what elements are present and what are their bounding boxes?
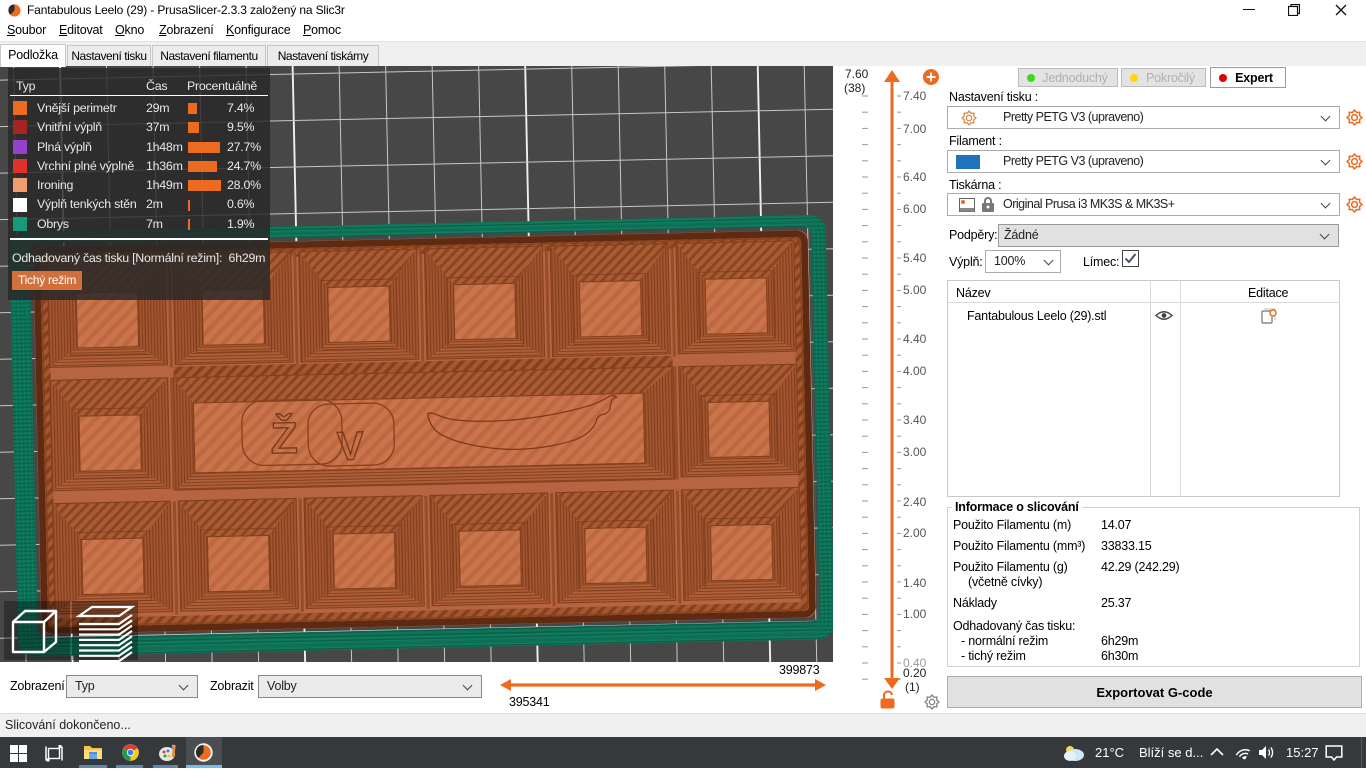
svg-text:2.40: 2.40 (903, 495, 927, 509)
svg-text:7.40: 7.40 (903, 89, 927, 103)
svg-text:6.40: 6.40 (903, 170, 927, 184)
svg-text:5.40: 5.40 (903, 251, 927, 265)
svg-text:(38): (38) (844, 81, 865, 95)
svg-text:V: V (337, 424, 365, 469)
svg-text:2.00: 2.00 (903, 526, 927, 540)
svg-text:1.00: 1.00 (903, 607, 927, 621)
svg-text:Ž: Ž (270, 413, 298, 464)
svg-text:7.00: 7.00 (903, 122, 927, 136)
svg-text:4.00: 4.00 (903, 364, 927, 378)
svg-text:(1): (1) (905, 680, 920, 694)
svg-text:5.00: 5.00 (903, 283, 927, 297)
svg-text:4.40: 4.40 (903, 332, 927, 346)
svg-text:3.00: 3.00 (903, 445, 927, 459)
svg-text:3.40: 3.40 (903, 413, 927, 427)
svg-text:0.20: 0.20 (903, 666, 927, 680)
svg-text:1.40: 1.40 (903, 576, 927, 590)
svg-text:6.00: 6.00 (903, 202, 927, 216)
svg-text:7.60: 7.60 (845, 67, 869, 81)
